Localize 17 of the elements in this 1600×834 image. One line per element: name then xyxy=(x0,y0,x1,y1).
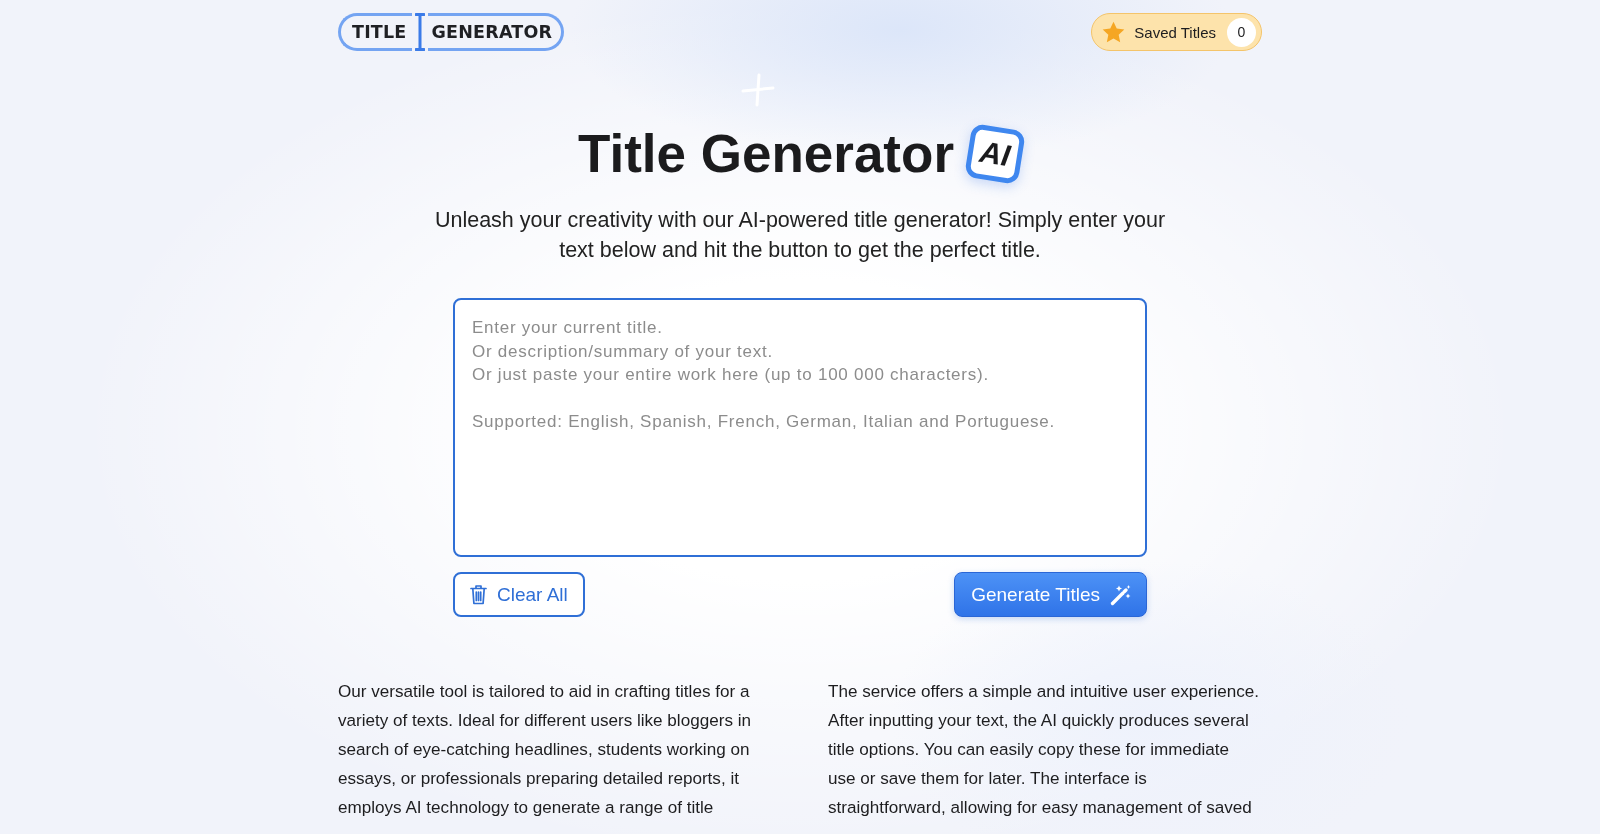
magic-wand-icon xyxy=(1110,583,1132,606)
page-title: Title Generator xyxy=(578,123,954,185)
text-cursor-icon xyxy=(414,12,425,52)
sparkle-icon xyxy=(740,72,776,108)
generate-titles-button[interactable]: Generate Titles xyxy=(954,572,1147,617)
subtitle: Unleash your creativity with our AI-powered title generator! Simply enter your text below and hit the button to get the perfect title. xyxy=(433,207,1167,264)
saved-titles-button[interactable]: Saved Titles 0 xyxy=(1091,13,1262,51)
text-input-field[interactable]: Enter your current title. Or description/summary of your text. Or just paste your entire work here (up to 100 000 characters). Supported: English, Spanish, French, German, Italian and Portuguese. xyxy=(453,298,1147,557)
trash-icon xyxy=(470,584,487,605)
ai-badge: AI xyxy=(964,123,1026,185)
star-icon xyxy=(1102,21,1126,43)
logo-text: GENERATOR xyxy=(427,13,565,51)
logo-text: TITLE xyxy=(338,13,412,51)
saved-count: 0 xyxy=(1227,17,1256,47)
description-paragraph: Our versatile tool is tailored to aid in crafting titles for a variety of texts. Ideal for different users like bloggers in search of eye-catching headlines, students working on essays, or professionals preparing detailed reports, it employs AI technology to generate a range of title xyxy=(338,681,752,819)
description-paragraph: The service offers a simple and intuitive user experience. After inputting your text, the AI quickly produces several title options. You can easily copy these for immediate use or save them for later. The interface is straightforward, allowing for easy management of saved xyxy=(828,681,1261,819)
clear-all-button[interactable]: Clear All xyxy=(453,572,585,617)
